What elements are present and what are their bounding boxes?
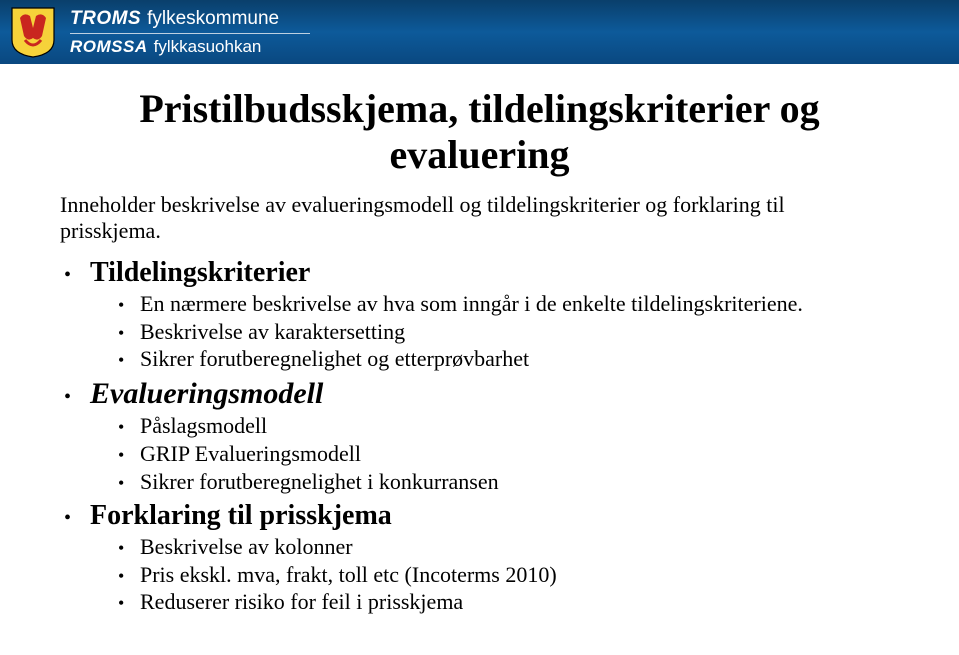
- section-tildelingskriterier: Tildelingskriterier En nærmere beskrivel…: [86, 257, 899, 373]
- list-item: Reduserer risiko for feil i prisskjema: [140, 589, 899, 616]
- slide-title: Pristilbudsskjema, tildelingskriterier o…: [60, 86, 899, 178]
- list-item: En nærmere beskrivelse av hva som inngår…: [140, 291, 899, 318]
- list-item: Sikrer forutberegnelighet i konkurransen: [140, 469, 899, 496]
- intro-text: Inneholder beskrivelse av evalueringsmod…: [60, 192, 899, 245]
- list-item: Påslagsmodell: [140, 413, 899, 440]
- list-item: Beskrivelse av karaktersetting: [140, 319, 899, 346]
- org-name-rest: fylkeskommune: [147, 8, 279, 30]
- intro-line-2: prisskjema.: [60, 218, 161, 243]
- section-label: Evalueringsmodell: [90, 377, 323, 410]
- section-evalueringsmodell: Evalueringsmodell Påslagsmodell GRIP Eva…: [86, 377, 899, 495]
- org-name-bold: TROMS: [70, 8, 141, 30]
- list-item: GRIP Evalueringsmodell: [140, 441, 899, 468]
- slide-content: Pristilbudsskjema, tildelingskriterier o…: [0, 64, 959, 616]
- org2-name-rest: fylkkasuohkan: [154, 37, 262, 57]
- list-item: Sikrer forutberegnelighet og etterprøvba…: [140, 346, 899, 373]
- header-divider: [70, 33, 310, 34]
- list-item: Beskrivelse av kolonner: [140, 534, 899, 561]
- intro-line-1: Inneholder beskrivelse av evalueringsmod…: [60, 192, 785, 217]
- org2-name-bold: ROMSSA: [70, 37, 148, 57]
- title-line-2: evaluering: [390, 132, 570, 177]
- section-forklaring: Forklaring til prisskjema Beskrivelse av…: [86, 500, 899, 616]
- header-bar: TROMS fylkeskommune ROMSSA fylkkasuohkan: [0, 0, 959, 64]
- section-label: Forklaring til prisskjema: [90, 500, 392, 531]
- list-item: Pris ekskl. mva, frakt, toll etc (Incote…: [140, 562, 899, 589]
- crest-icon: [10, 6, 56, 58]
- section-label: Tildelingskriterier: [90, 257, 310, 288]
- title-line-1: Pristilbudsskjema, tildelingskriterier o…: [139, 86, 819, 131]
- org-name-block: TROMS fylkeskommune ROMSSA fylkkasuohkan: [70, 8, 310, 56]
